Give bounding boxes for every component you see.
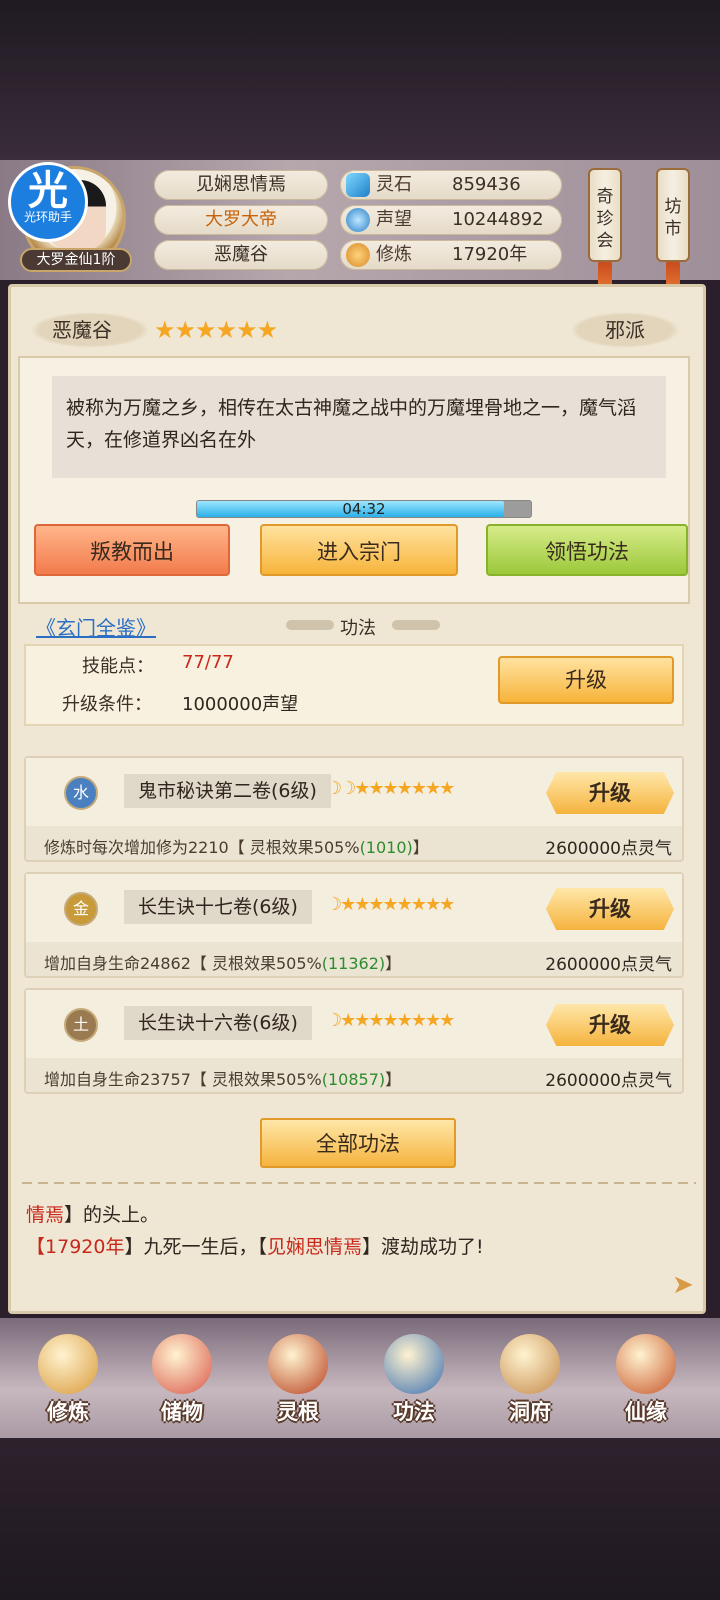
market-button[interactable]: 坊市 xyxy=(656,168,690,262)
technique-name: 长生诀十六卷(6级) xyxy=(124,1006,312,1040)
skill-points-value: 77/77 xyxy=(182,652,234,673)
upgrade-condition-label: 升级条件： xyxy=(62,694,152,715)
storage-bag-icon xyxy=(152,1334,212,1394)
stat-prestige: 声望 10244892 xyxy=(340,205,562,235)
player-avatar[interactable]: 光 光环助手 大罗金仙1阶 xyxy=(8,162,132,280)
faction-description: 被称为万魔之乡，相传在太古神魔之战中的万魔埋骨地之一，魔气滔天，在修道界凶名在外 xyxy=(52,376,666,478)
technique-card: 金 长生诀十七卷(6级) ☽★★★★★★★★ 升级 增加自身生命24862【 灵… xyxy=(24,872,684,978)
nav-item-3[interactable]: 功法 xyxy=(366,1328,462,1432)
expand-log-arrow-icon[interactable]: ➤ xyxy=(672,1270,694,1300)
technique-upgrade-button[interactable]: 升级 xyxy=(546,888,674,930)
player-title: 大罗大帝 xyxy=(154,205,328,235)
technique-effect: 增加自身生命23757【 灵根效果505%(10857)】 xyxy=(44,1070,402,1089)
cave-dwelling-icon xyxy=(500,1334,560,1394)
skill-upgrade-button[interactable]: 升级 xyxy=(498,656,674,704)
spirit-stone-icon xyxy=(346,173,370,197)
spirit-root-icon xyxy=(268,1334,328,1394)
faction-star-rating: ★★★★★★ xyxy=(154,316,278,344)
meditation-monk-icon xyxy=(38,1334,98,1394)
technique-upgrade-button[interactable]: 升级 xyxy=(546,1004,674,1046)
all-techniques-button[interactable]: 全部功法 xyxy=(260,1118,456,1168)
upgrade-condition-value: 1000000声望 xyxy=(182,694,299,715)
nav-item-5[interactable]: 仙缘 xyxy=(598,1328,694,1432)
water-element-icon: 水 xyxy=(64,776,98,810)
enter-sect-button[interactable]: 进入宗门 xyxy=(260,524,458,576)
technique-cost: 2600000点灵气 xyxy=(545,1071,672,1091)
timer-text: 04:32 xyxy=(342,500,386,518)
nav-label: 储物 xyxy=(161,1400,203,1424)
nav-item-2[interactable]: 灵根 xyxy=(250,1328,346,1432)
bottom-background xyxy=(0,1438,720,1600)
swirl-ornament xyxy=(392,620,440,630)
leave-sect-button[interactable]: 叛教而出 xyxy=(34,524,230,576)
metal-element-icon: 金 xyxy=(64,892,98,926)
technique-rating: ☽★★★★★★★★ xyxy=(326,1010,455,1031)
technique-cost: 2600000点灵气 xyxy=(545,839,672,859)
log-divider xyxy=(22,1182,696,1184)
technique-rating: ☽☽★★★★★★★ xyxy=(326,778,455,799)
event-log-line: 情焉】的头上。 xyxy=(26,1204,160,1226)
nav-label: 灵根 xyxy=(277,1400,319,1424)
nav-item-1[interactable]: 储物 xyxy=(134,1328,230,1432)
rank-label: 大罗金仙1阶 xyxy=(20,248,132,272)
nav-label: 洞府 xyxy=(509,1400,551,1424)
nav-label: 修炼 xyxy=(47,1400,89,1424)
timer-progress-bar: 04:32 xyxy=(196,500,532,518)
meditation-icon xyxy=(346,243,370,267)
technique-card: 土 长生诀十六卷(6级) ☽★★★★★★★★ 升级 增加自身生命23757【 灵… xyxy=(24,988,684,1094)
treasure-auction-button[interactable]: 奇珍会 xyxy=(588,168,622,262)
top-background xyxy=(0,0,720,160)
stat-spirit-stone: 灵石 859436 xyxy=(340,170,562,200)
stat-cultivation: 修炼 17920年 xyxy=(340,240,562,270)
prestige-icon xyxy=(346,208,370,232)
technique-upgrade-button[interactable]: 升级 xyxy=(546,772,674,814)
assistant-badge-icon[interactable]: 光 光环助手 xyxy=(8,162,88,242)
encyclopedia-link[interactable]: 《玄门全鉴》 xyxy=(36,612,156,641)
technique-rating: ☽★★★★★★★★ xyxy=(326,894,455,915)
technique-cost: 2600000点灵气 xyxy=(545,955,672,975)
nav-item-4[interactable]: 洞府 xyxy=(482,1328,578,1432)
section-title: 功法 xyxy=(340,618,376,639)
technique-book-icon xyxy=(384,1334,444,1394)
swirl-ornament xyxy=(286,620,334,630)
player-sect: 恶魔谷 xyxy=(154,240,328,270)
technique-name: 长生诀十七卷(6级) xyxy=(124,890,312,924)
technique-name: 鬼市秘诀第二卷(6级) xyxy=(124,774,331,808)
nav-label: 仙缘 xyxy=(625,1400,667,1424)
nav-label: 功法 xyxy=(393,1400,435,1424)
technique-effect: 修炼时每次增加修为2210【 灵根效果505%(1010)】 xyxy=(44,838,429,857)
gourd-icon xyxy=(616,1334,676,1394)
earth-element-icon: 土 xyxy=(64,1008,98,1042)
player-name: 见娴思情焉 xyxy=(154,170,328,200)
technique-card: 水 鬼市秘诀第二卷(6级) ☽☽★★★★★★★ 升级 修炼时每次增加修为2210… xyxy=(24,756,684,862)
skill-points-card: 技能点： 77/77 升级条件： 1000000声望 升级 xyxy=(24,644,684,726)
faction-alignment: 邪派 xyxy=(570,312,680,348)
comprehend-technique-button[interactable]: 领悟功法 xyxy=(486,524,688,576)
technique-effect: 增加自身生命24862【 灵根效果505%(11362)】 xyxy=(44,954,402,973)
skill-points-label: 技能点： xyxy=(82,656,154,677)
faction-name: 恶魔谷 xyxy=(30,312,150,348)
event-log-line: 【17920年】九死一生后，【见娴思情焉】渡劫成功了! xyxy=(26,1236,484,1258)
nav-item-0[interactable]: 修炼 xyxy=(20,1328,116,1432)
